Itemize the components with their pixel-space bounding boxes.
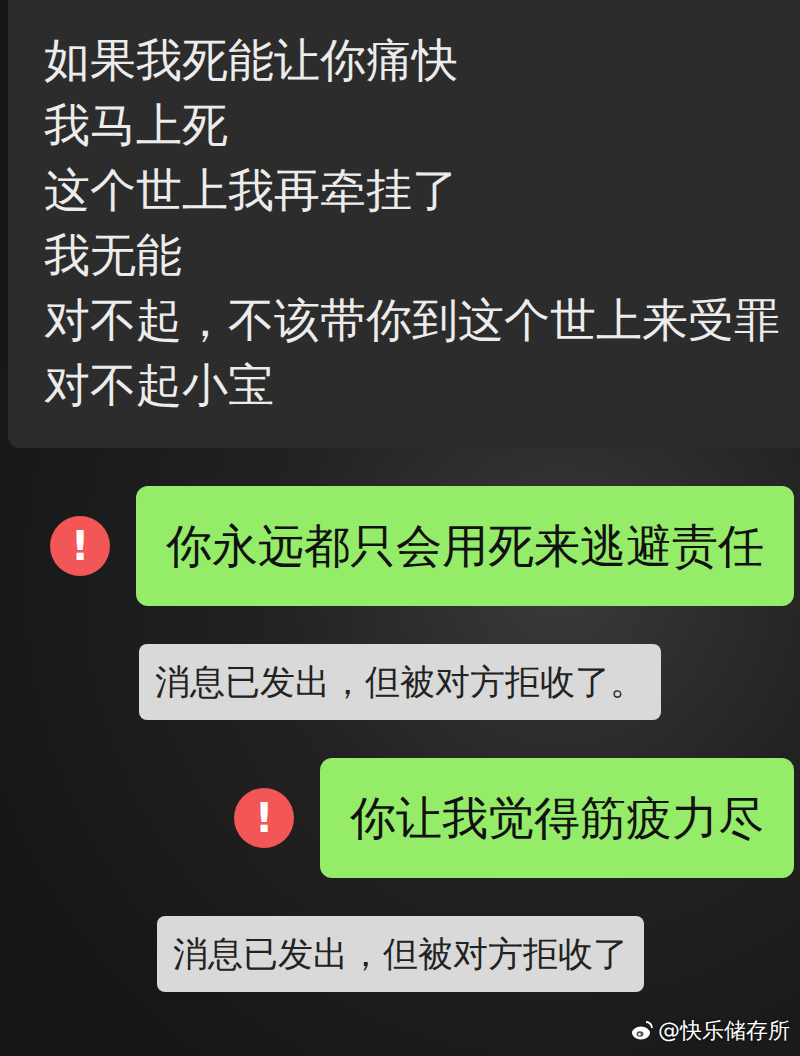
message-line: 对不起，不该带你到这个世上来受罪 [44, 288, 796, 353]
outgoing-bubble: 你让我觉得筋疲力尽 [320, 758, 794, 878]
outgoing-row: ! 你让我觉得筋疲力尽 [0, 758, 800, 878]
watermark: @快乐储存所 [630, 1016, 790, 1046]
message-list: 如果我死能让你痛快我马上死这个世上我再牵挂了我无能对不起，不该带你到这个世上来受… [0, 0, 800, 992]
outgoing-bubble: 你永远都只会用死来逃避责任 [136, 486, 794, 606]
weibo-icon [630, 1019, 654, 1043]
incoming-row: 如果我死能让你痛快我马上死这个世上我再牵挂了我无能对不起，不该带你到这个世上来受… [0, 0, 800, 448]
message-line: 我马上死 [44, 93, 796, 158]
chat-screen: 如果我死能让你痛快我马上死这个世上我再牵挂了我无能对不起，不该带你到这个世上来受… [0, 0, 800, 1056]
failed-icon[interactable]: ! [234, 788, 294, 848]
failed-icon[interactable]: ! [50, 516, 110, 576]
incoming-bubble: 如果我死能让你痛快我马上死这个世上我再牵挂了我无能对不起，不该带你到这个世上来受… [8, 0, 800, 448]
message-line: 这个世上我再牵挂了 [44, 158, 796, 223]
system-notice: 消息已发出，但被对方拒收了 [157, 916, 644, 992]
notice-row: 消息已发出，但被对方拒收了。 [0, 644, 800, 720]
notice-row: 消息已发出，但被对方拒收了 [0, 916, 800, 992]
message-line: 我无能 [44, 223, 796, 288]
outgoing-row: ! 你永远都只会用死来逃避责任 [0, 486, 800, 606]
system-notice: 消息已发出，但被对方拒收了。 [139, 644, 661, 720]
message-line: 对不起小宝 [44, 353, 796, 418]
message-line: 如果我死能让你痛快 [44, 28, 796, 93]
